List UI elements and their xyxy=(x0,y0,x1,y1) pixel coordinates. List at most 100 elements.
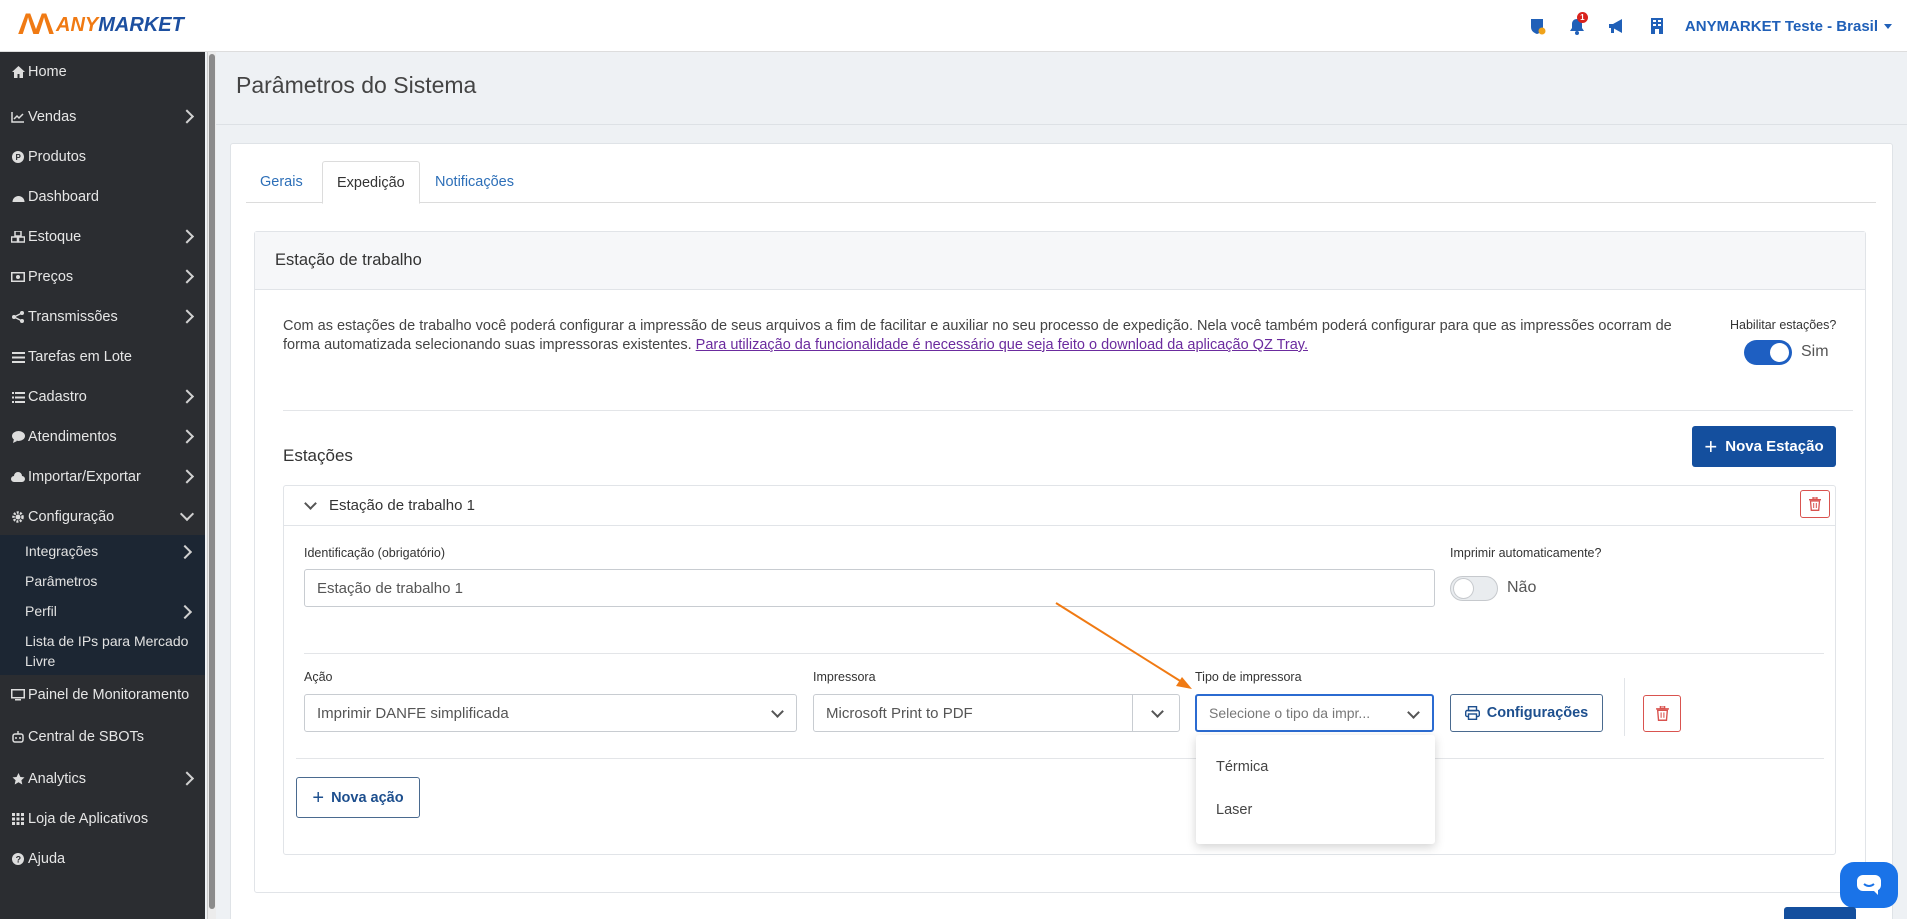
sidebar-subitem-label: Perfil xyxy=(25,603,57,619)
grid-icon xyxy=(9,813,27,825)
sidebar-submenu-configuracao: Integrações Parâmetros Perfil Lista de I… xyxy=(0,535,205,675)
list-icon xyxy=(9,391,27,403)
anymarket-logo[interactable]: ΛΛ ANYMARKET xyxy=(18,10,184,40)
sidebar-subitem-perfil[interactable]: Perfil xyxy=(25,601,193,621)
trash-icon xyxy=(1655,706,1669,721)
trash-icon xyxy=(1809,497,1821,511)
sidebar-item-transmissoes[interactable]: Transmissões xyxy=(0,304,205,330)
sidebar-item-loja-de-aplicativos[interactable]: Loja de Aplicativos xyxy=(0,806,205,832)
chat-widget-button[interactable] xyxy=(1840,862,1898,908)
sidebar-item-painel-de-monitoramento[interactable]: Painel de Monitoramento xyxy=(0,682,205,708)
plus-icon: + xyxy=(1704,433,1718,459)
delete-action-button[interactable] xyxy=(1643,695,1681,732)
chevron-right-icon xyxy=(179,309,195,324)
sidebar-item-label: Configuração xyxy=(28,509,115,525)
shield-alert-icon[interactable] xyxy=(1517,0,1557,52)
sidebar-item-precos[interactable]: Preços xyxy=(0,264,205,290)
chevron-right-icon xyxy=(179,389,195,404)
sidebar-item-label: Painel de Monitoramento xyxy=(28,687,190,703)
monitor-icon xyxy=(9,689,27,701)
tab-expedicao[interactable]: Expedição xyxy=(322,161,420,204)
printer-type-option-termica[interactable]: Térmica xyxy=(1216,759,1268,775)
new-action-button[interactable]: + Nova ação xyxy=(296,777,420,818)
sidebar-item-home[interactable]: Home xyxy=(0,64,205,80)
chevron-down-icon xyxy=(1407,706,1420,719)
action-select[interactable]: Imprimir DANFE simplificada xyxy=(304,694,797,732)
building-icon[interactable] xyxy=(1637,0,1677,52)
station-name: Estação de trabalho 1 xyxy=(329,497,475,514)
panel-header: Estação de trabalho xyxy=(255,232,1865,290)
share-icon xyxy=(9,311,27,323)
chevron-down-icon[interactable] xyxy=(304,497,317,510)
cloud-icon xyxy=(9,472,27,482)
delete-station-button[interactable] xyxy=(1800,490,1830,518)
sidebar-item-dashboard[interactable]: Dashboard xyxy=(0,184,205,210)
save-button[interactable] xyxy=(1784,907,1856,919)
auto-print-toggle[interactable] xyxy=(1450,576,1498,601)
logo-name-part1: ANY xyxy=(56,13,99,36)
station-id-input[interactable]: Estação de trabalho 1 xyxy=(304,569,1435,607)
enable-stations-toggle[interactable] xyxy=(1744,340,1792,365)
printer-type-select[interactable]: Selecione o tipo da impr... xyxy=(1195,694,1434,732)
tab-notificacoes[interactable]: Notificações xyxy=(421,161,528,204)
station-header[interactable]: Estação de trabalho 1 xyxy=(284,486,1835,526)
printer-type-option-laser[interactable]: Laser xyxy=(1216,802,1252,818)
divider xyxy=(1624,678,1625,736)
product-icon: P xyxy=(9,151,27,163)
sidebar-subitem-lista-de-ips[interactable]: Lista de IPs para Mercado Livre xyxy=(25,631,188,671)
config-label: Configurações xyxy=(1486,705,1589,721)
printer-icon xyxy=(1464,706,1480,720)
sidebar-item-cadastro[interactable]: Cadastro xyxy=(0,384,205,410)
sidebar-item-vendas[interactable]: Vendas xyxy=(0,104,205,130)
sidebar-item-tarefas-em-lote[interactable]: Tarefas em Lote xyxy=(0,344,205,370)
chevron-right-icon xyxy=(179,109,195,124)
sidebar: Home Vendas P Produtos Dashboard Estoque… xyxy=(0,52,205,919)
sidebar-item-estoque[interactable]: Estoque xyxy=(0,224,205,250)
divider xyxy=(296,758,1824,759)
sidebar-item-central-de-sbots[interactable]: Central de SBOTs xyxy=(0,724,205,750)
scrollbar-thumb[interactable] xyxy=(209,54,215,909)
divider xyxy=(304,653,1824,654)
sidebar-item-importar-exportar[interactable]: Importar/Exportar xyxy=(0,464,205,490)
sidebar-item-ajuda[interactable]: ? Ajuda xyxy=(0,846,205,872)
svg-text:?: ? xyxy=(16,855,22,865)
sidebar-item-label: Estoque xyxy=(28,229,82,245)
printer-input[interactable]: Microsoft Print to PDF xyxy=(813,694,1133,732)
chevron-right-icon xyxy=(179,269,195,284)
chevron-right-icon xyxy=(179,229,195,244)
sidebar-item-label: Loja de Aplicativos xyxy=(28,811,149,827)
chevron-right-icon xyxy=(179,771,195,786)
sidebar-item-produtos[interactable]: P Produtos xyxy=(0,144,205,170)
top-bar: ΛΛ ANYMARKET 1 ANYMARKET Teste - Brasil xyxy=(0,0,1907,52)
chevron-right-icon xyxy=(179,469,195,484)
sidebar-item-atendimentos[interactable]: Atendimentos xyxy=(0,424,205,450)
enable-stations-label: Habilitar estações? xyxy=(1730,318,1837,332)
sidebar-subitem-parametros[interactable]: Parâmetros xyxy=(25,571,97,591)
qz-tray-link[interactable]: Para utilização da funcionalidade é nece… xyxy=(696,337,1308,353)
stations-title: Estações xyxy=(283,446,353,465)
new-station-button[interactable]: + Nova Estação xyxy=(1692,426,1836,467)
printer-dropdown-button[interactable] xyxy=(1132,694,1180,732)
action-label: Ação xyxy=(304,670,333,684)
sidebar-item-label: Dashboard xyxy=(28,189,99,205)
sidebar-item-label: Central de SBOTs xyxy=(28,729,145,745)
toggle-knob xyxy=(1454,579,1473,598)
account-menu[interactable]: ANYMARKET Teste - Brasil xyxy=(1685,18,1892,35)
action-value: Imprimir DANFE simplificada xyxy=(317,704,509,722)
sidebar-item-label: Home xyxy=(28,64,67,80)
sidebar-subitem-integracoes[interactable]: Integrações xyxy=(25,541,193,561)
sidebar-subitem-label-line2: Livre xyxy=(25,653,56,669)
megaphone-icon[interactable] xyxy=(1597,0,1637,52)
config-button[interactable]: Configurações xyxy=(1450,694,1603,732)
tab-gerais[interactable]: Gerais xyxy=(246,161,317,204)
chevron-right-icon xyxy=(177,604,193,620)
sidebar-item-analytics[interactable]: Analytics xyxy=(0,766,205,792)
star-icon xyxy=(9,773,27,785)
sidebar-item-configuracao[interactable]: Configuração xyxy=(0,504,205,530)
sidebar-item-label: Atendimentos xyxy=(28,429,117,445)
help-icon: ? xyxy=(9,853,27,865)
printer-label: Impressora xyxy=(813,670,876,684)
bell-icon[interactable]: 1 xyxy=(1557,0,1597,52)
sidebar-scrollbar[interactable] xyxy=(207,52,216,919)
logo-name-part2: MARKET xyxy=(98,13,184,36)
